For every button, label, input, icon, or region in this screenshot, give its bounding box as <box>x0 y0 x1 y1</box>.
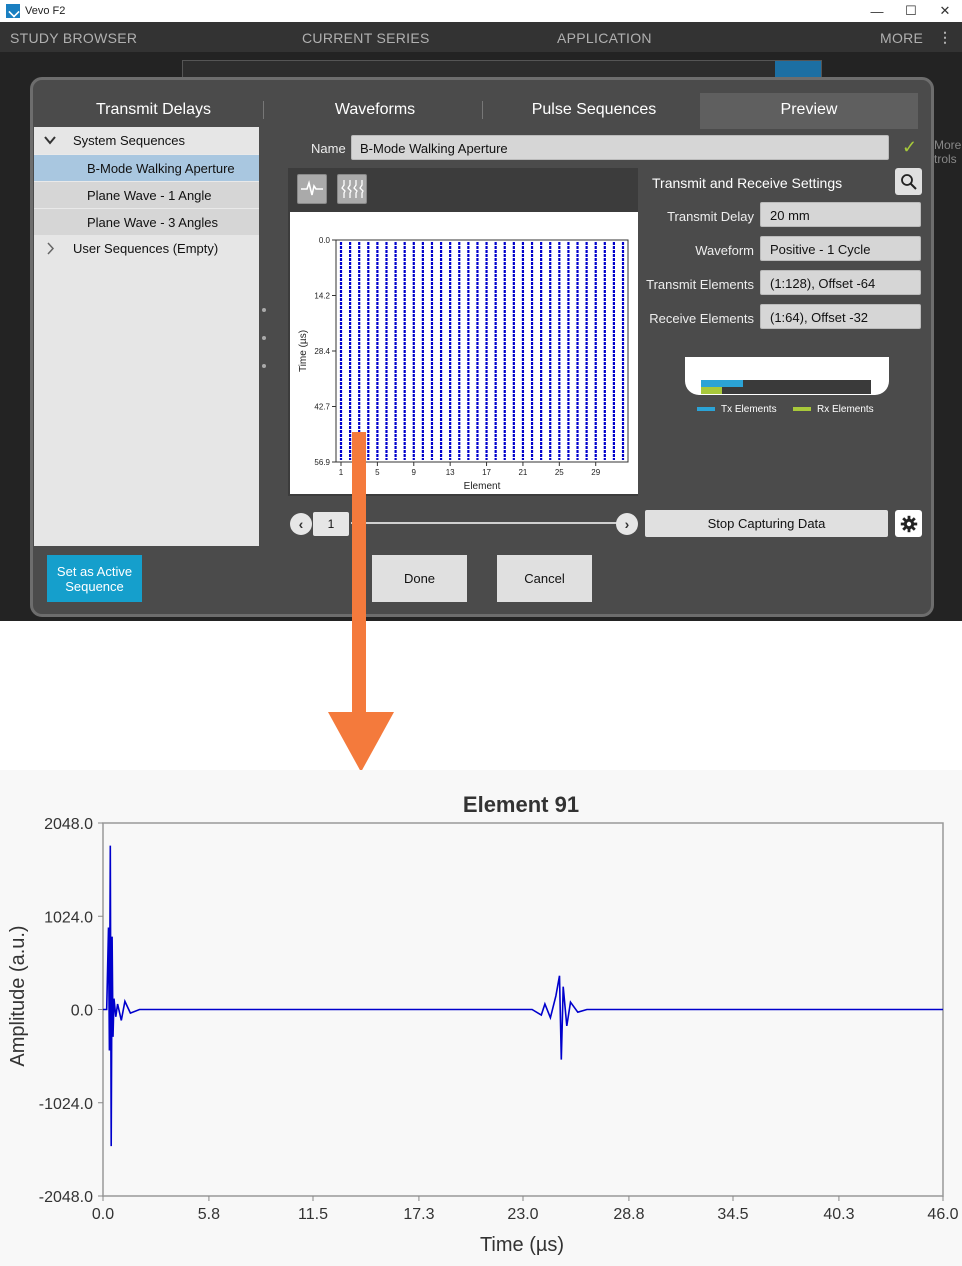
receive-elements-label: Receive Elements <box>649 311 754 326</box>
tree-group-label: System Sequences <box>73 133 186 148</box>
screenshot-root: Vevo F2 — ☐ ✕ STUDY BROWSER CURRENT SERI… <box>0 0 962 1266</box>
gear-icon[interactable] <box>895 510 922 537</box>
tree-item-plane-wave-1[interactable]: Plane Wave - 1 Angle <box>34 181 259 208</box>
x-tick-label: 40.3 <box>823 1206 854 1223</box>
x-tick-label: 17.3 <box>403 1206 434 1223</box>
x-tick-label: 29 <box>591 468 600 477</box>
x-tick-label: 23.0 <box>507 1206 538 1223</box>
dialog-tabs: Transmit Delays Waveforms Pulse Sequence… <box>37 93 923 129</box>
tree-group-system[interactable]: System Sequences <box>34 127 259 154</box>
y-tick-label: 28.4 <box>314 347 330 356</box>
name-label: Name <box>311 141 346 156</box>
previous-page-icon[interactable]: ‹ <box>290 513 312 535</box>
preview-x-axis-label: Element <box>464 481 501 492</box>
tab-transmit-delays[interactable]: Transmit Delays <box>37 93 270 129</box>
settings-title: Transmit and Receive Settings <box>652 175 843 191</box>
callout-arrow <box>328 432 394 772</box>
callout-arrow-head <box>328 712 394 772</box>
preview-plot-border <box>335 239 629 463</box>
x-tick-label: 9 <box>412 468 417 477</box>
window-title: Vevo F2 <box>25 5 66 17</box>
tx-legend-swatch <box>697 407 715 411</box>
rx-legend-label: Rx Elements <box>817 404 874 415</box>
probe-rx-segment <box>701 387 722 394</box>
x-tick-label: 5.8 <box>198 1206 220 1223</box>
window-controls: — ☐ ✕ <box>860 0 962 22</box>
y-tick-label: 42.7 <box>314 403 330 412</box>
cancel-button[interactable]: Cancel <box>497 555 592 602</box>
x-tick-label: 17 <box>482 468 491 477</box>
y-tick-label: 14.2 <box>314 292 330 301</box>
minimize-icon[interactable]: — <box>860 0 894 22</box>
tree-item-walking-aperture[interactable]: B-Mode Walking Aperture <box>34 154 259 181</box>
tab-pulse-sequences[interactable]: Pulse Sequences <box>485 93 703 129</box>
x-tick-label: 21 <box>518 468 527 477</box>
x-tick-label: 0.0 <box>92 1206 114 1223</box>
nav-application[interactable]: APPLICATION <box>557 30 652 46</box>
top-navigation: STUDY BROWSER CURRENT SERIES APPLICATION… <box>0 22 962 52</box>
transmit-elements-label: Transmit Elements <box>646 277 754 292</box>
nav-study-browser[interactable]: STUDY BROWSER <box>10 30 137 46</box>
tab-separator <box>263 101 264 119</box>
app-logo-icon <box>6 4 20 18</box>
y-tick-label: -1024.0 <box>39 1096 93 1113</box>
y-tick-label: -2048.0 <box>39 1189 93 1206</box>
waveform-field[interactable]: Positive - 1 Cycle <box>760 236 921 261</box>
transmit-delay-field[interactable]: 20 mm <box>760 202 921 227</box>
maximize-icon[interactable]: ☐ <box>894 0 928 22</box>
y-tick-label: 2048.0 <box>44 816 93 833</box>
next-page-icon[interactable]: › <box>616 513 638 535</box>
chart-x-axis-label: Time (µs) <box>480 1234 564 1256</box>
window-titlebar: Vevo F2 — ☐ ✕ <box>0 0 962 22</box>
set-active-sequence-button[interactable]: Set as Active Sequence <box>47 555 142 602</box>
sequence-name-field[interactable]: B-Mode Walking Aperture <box>351 135 889 160</box>
tab-preview[interactable]: Preview <box>700 93 918 129</box>
nav-more[interactable]: MORE <box>880 30 923 46</box>
transmit-delay-label: Transmit Delay <box>667 209 754 224</box>
waveform-label: Waveform <box>695 243 754 258</box>
background-more-controls: More trols <box>934 138 962 166</box>
y-tick-label: 0.0 <box>319 236 331 245</box>
element-waveform-chart: Element 91 Time (µs) Amplitude (a.u.) 20… <box>0 770 962 1266</box>
panel-splitter[interactable] <box>262 308 266 392</box>
chart-title: Element 91 <box>463 792 579 817</box>
chart-y-axis-label: Amplitude (a.u.) <box>7 925 29 1066</box>
multi-waveform-view-icon[interactable] <box>337 174 367 204</box>
x-tick-label: 34.5 <box>717 1206 748 1223</box>
waveform-view-icon[interactable] <box>297 174 327 204</box>
sequence-tree: System Sequences B-Mode Walking Aperture… <box>34 127 259 546</box>
probe-tx-segment <box>701 380 743 387</box>
stop-capturing-button[interactable]: Stop Capturing Data <box>645 510 888 537</box>
y-tick-label: 1024.0 <box>44 909 93 926</box>
rx-legend-swatch <box>793 407 811 411</box>
x-tick-label: 46.0 <box>927 1206 958 1223</box>
tab-separator <box>482 101 483 119</box>
x-tick-label: 13 <box>446 468 455 477</box>
tab-waveforms[interactable]: Waveforms <box>270 93 480 129</box>
tree-group-user[interactable]: User Sequences (Empty) <box>34 235 259 262</box>
receive-elements-field[interactable]: (1:64), Offset -32 <box>760 304 921 329</box>
tree-group-label: User Sequences (Empty) <box>73 241 219 256</box>
x-tick-label: 28.8 <box>613 1206 644 1223</box>
tree-item-plane-wave-3[interactable]: Plane Wave - 3 Angles <box>34 208 259 235</box>
nav-current-series[interactable]: CURRENT SERIES <box>302 30 430 46</box>
tx-legend-label: Tx Elements <box>721 404 777 415</box>
more-menu-icon[interactable]: ⋮ <box>938 29 952 46</box>
transmit-elements-field[interactable]: (1:128), Offset -64 <box>760 270 921 295</box>
y-tick-label: 0.0 <box>71 1003 93 1020</box>
element-chart-svg: Element 91 Time (µs) Amplitude (a.u.) 20… <box>7 792 959 1256</box>
preview-y-axis-label: Time (µs) <box>298 330 309 372</box>
x-tick-label: 25 <box>555 468 564 477</box>
x-tick-label: 11.5 <box>298 1206 328 1223</box>
close-icon[interactable]: ✕ <box>928 0 962 22</box>
chevron-right-icon <box>44 235 56 272</box>
search-icon[interactable] <box>895 168 922 195</box>
callout-arrow-shaft <box>352 432 366 722</box>
check-icon: ✓ <box>902 137 918 157</box>
